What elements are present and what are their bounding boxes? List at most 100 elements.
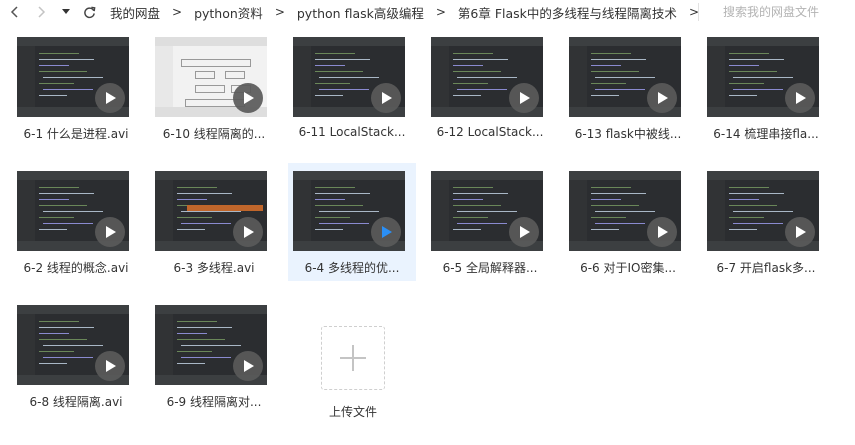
thumbnail-code-line	[729, 95, 757, 96]
play-icon[interactable]	[785, 83, 815, 113]
thumbnail-code-line	[39, 333, 69, 334]
thumbnail-code-line	[457, 89, 507, 90]
thumbnail-code-line	[591, 205, 639, 206]
breadcrumb-item-python-materials[interactable]: python资料	[188, 3, 269, 22]
thumbnail-tb-top	[431, 171, 543, 180]
thumbnail-tb-side	[569, 180, 587, 241]
file-item[interactable]: 6-2 线程的概念.avi	[12, 163, 140, 281]
play-icon[interactable]	[95, 351, 125, 381]
thumbnail-code-line	[39, 65, 69, 66]
file-item[interactable]: 6-7 开启flask多...	[702, 163, 830, 281]
play-icon[interactable]	[509, 83, 539, 113]
thumbnail-code-line	[315, 229, 343, 230]
video-thumbnail	[293, 37, 405, 117]
thumbnail-code-line	[315, 205, 363, 206]
thumbnail-code-line	[453, 217, 488, 218]
video-thumbnail	[569, 37, 681, 117]
thumbnail-code-line	[319, 223, 369, 224]
breadcrumb-item-flask-course[interactable]: python flask高级编程	[291, 3, 430, 22]
thumbnail-diagram-box	[195, 71, 215, 79]
thumbnail-highlight	[187, 205, 263, 211]
thumbnail-tb-side	[293, 46, 311, 107]
thumbnail-tb-side	[431, 180, 449, 241]
file-name: 6-4 多线程的优...	[304, 261, 400, 275]
thumbnail-code-line	[181, 345, 241, 346]
file-name: 6-13 flask中被线...	[574, 127, 682, 141]
thumbnail-code-line	[591, 83, 626, 84]
breadcrumb-item-root[interactable]: 我的网盘	[104, 3, 166, 22]
play-icon[interactable]	[785, 217, 815, 247]
thumbnail-code-line	[39, 321, 79, 322]
toolbar-divider	[698, 3, 699, 21]
file-item[interactable]: 6-6 对于IO密集...	[564, 163, 692, 281]
breadcrumb-item-chapter-6[interactable]: 第6章 Flask中的多线程与线程隔离技术	[452, 3, 683, 22]
thumbnail-diagram-box	[225, 71, 245, 79]
breadcrumb-overflow-chevron[interactable]: >	[683, 5, 705, 19]
thumbnail-tb-top	[569, 37, 681, 46]
thumbnail-tb-side	[155, 46, 173, 107]
file-name: 6-12 LocalStack...	[436, 125, 544, 139]
play-icon[interactable]	[647, 217, 677, 247]
play-icon[interactable]	[647, 83, 677, 113]
play-icon[interactable]	[371, 83, 401, 113]
thumbnail-tb-top	[707, 37, 819, 46]
file-name: 6-9 线程隔离对...	[166, 395, 262, 409]
refresh-button[interactable]	[78, 0, 100, 24]
play-icon[interactable]	[233, 217, 263, 247]
file-item[interactable]: 6-5 全局解释器...	[426, 163, 554, 281]
upload-button[interactable]	[321, 326, 385, 390]
thumbnail-code-line	[453, 53, 493, 54]
thumbnail-code-line	[43, 357, 93, 358]
thumbnail-code-line	[591, 59, 646, 60]
history-dropdown-button[interactable]	[59, 0, 73, 24]
file-name: 6-11 LocalStack...	[298, 125, 406, 139]
thumbnail-code-line	[453, 205, 501, 206]
thumbnail-code-line	[591, 217, 626, 218]
play-icon[interactable]	[233, 351, 263, 381]
play-icon[interactable]	[95, 217, 125, 247]
thumbnail-code-line	[729, 205, 777, 206]
file-name: 6-8 线程隔离.avi	[29, 395, 123, 409]
file-item[interactable]: 6-12 LocalStack...	[426, 29, 554, 147]
thumbnail-code-line	[315, 83, 350, 84]
thumbnail-code-line	[177, 321, 217, 322]
video-thumbnail	[431, 37, 543, 117]
search-input[interactable]	[710, 5, 850, 19]
play-icon[interactable]	[95, 83, 125, 113]
file-item[interactable]: 6-8 线程隔离.avi	[12, 297, 140, 415]
file-item[interactable]: 6-14 梳理串接fla...	[702, 29, 830, 147]
video-thumbnail	[155, 305, 267, 385]
thumbnail-code-line	[729, 199, 759, 200]
video-thumbnail	[707, 171, 819, 251]
breadcrumb: 我的网盘 > python资料 > python flask高级编程 > 第6章…	[104, 0, 705, 24]
thumbnail-tb-top	[17, 171, 129, 180]
file-item[interactable]: 6-4 多线程的优...	[288, 163, 416, 281]
file-item[interactable]: 6-13 flask中被线...	[564, 29, 692, 147]
thumbnail-code-line	[319, 89, 369, 90]
thumbnail-tb-side	[17, 46, 35, 107]
play-icon[interactable]	[371, 217, 401, 247]
file-item[interactable]: 6-1 什么是进程.avi	[12, 29, 140, 147]
file-item[interactable]: 6-10 线程隔离的...	[150, 29, 278, 147]
thumbnail-code-line	[39, 53, 79, 54]
thumbnail-code-line	[733, 223, 783, 224]
play-icon[interactable]	[233, 83, 263, 113]
forward-button[interactable]	[30, 0, 52, 24]
file-item[interactable]: 6-3 多线程.avi	[150, 163, 278, 281]
thumbnail-code-line	[591, 53, 631, 54]
thumbnail-code-line	[315, 59, 370, 60]
thumbnail-code-line	[181, 211, 241, 212]
thumbnail-code-line	[315, 65, 345, 66]
video-thumbnail	[17, 171, 129, 251]
file-item[interactable]: 6-11 LocalStack...	[288, 29, 416, 147]
file-item[interactable]: 6-9 线程隔离对...	[150, 297, 278, 415]
file-name: 6-7 开启flask多...	[716, 261, 816, 275]
thumbnail-code-line	[733, 77, 793, 78]
play-icon[interactable]	[509, 217, 539, 247]
thumbnail-tb-side	[155, 314, 173, 375]
thumbnail-tb-side	[707, 180, 725, 241]
thumbnail-tb-top	[431, 37, 543, 46]
back-button[interactable]	[4, 0, 26, 24]
refresh-icon	[83, 6, 95, 18]
search-box[interactable]	[710, 0, 850, 24]
